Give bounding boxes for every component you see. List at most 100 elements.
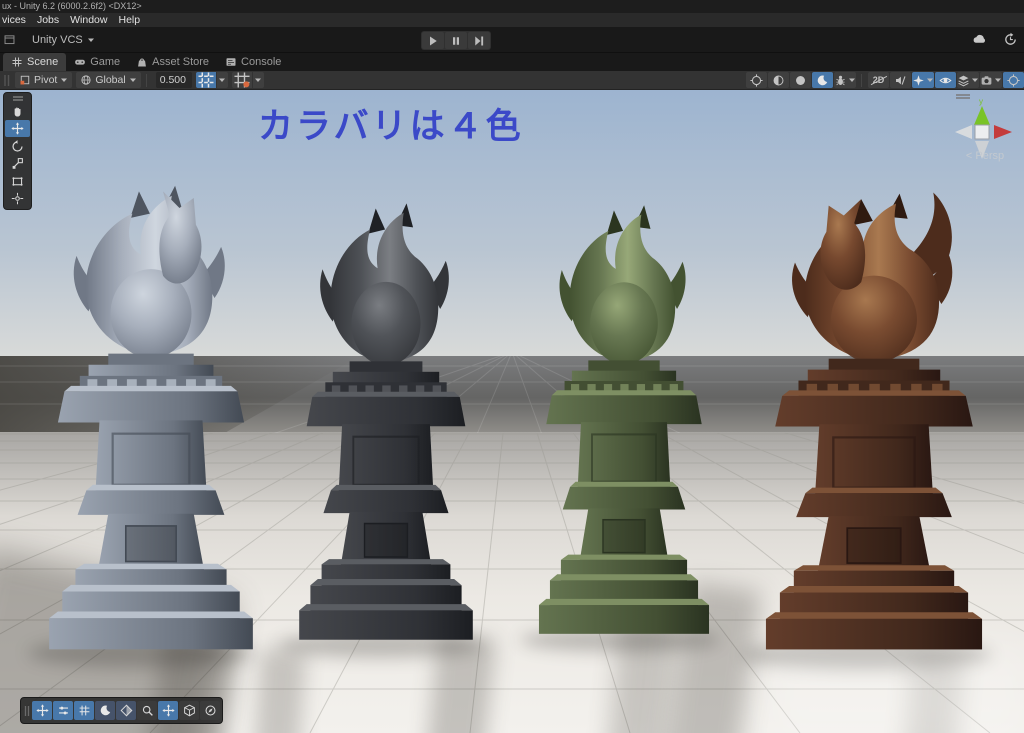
scene-lighting-toggle[interactable] [812, 72, 833, 88]
kitsune-statue-moss-green[interactable] [528, 198, 720, 640]
overlay-drag-handle[interactable] [23, 704, 31, 718]
diamond-icon [120, 704, 133, 717]
gizmo-y-label: y [979, 97, 983, 106]
chevron-down-icon [129, 76, 137, 84]
moon-icon [99, 704, 112, 717]
grid-visibility-dropdown[interactable] [231, 70, 264, 90]
transform-tool[interactable] [5, 190, 30, 207]
play-controls [421, 31, 491, 50]
tab-asset-store[interactable]: Asset Store [128, 53, 217, 71]
bag-icon [136, 56, 148, 68]
unity-editor-window: ux - Unity 6.2 (6000.2.6f2) <DX12> vices… [0, 0, 1024, 733]
tab-label: Asset Store [152, 56, 210, 68]
camera-settings-menu[interactable] [980, 72, 1002, 88]
tools-overlay [3, 92, 32, 210]
search-icon [141, 704, 154, 717]
menu-item-window[interactable]: Window [68, 14, 116, 26]
undo-history-button[interactable] [1003, 32, 1018, 47]
scene-toolbar-right: 2D [745, 72, 1024, 88]
console-icon [225, 56, 237, 68]
pause-icon [450, 35, 462, 47]
scale-icon [11, 157, 24, 170]
draw-mode-shaded[interactable] [790, 72, 811, 88]
grid-snap-overlay-toggle[interactable] [74, 701, 94, 720]
unity-vcs-dropdown[interactable]: Unity VCS [28, 31, 99, 49]
view-options-overlay-toggle[interactable] [95, 701, 115, 720]
cloud-services-button[interactable] [972, 32, 987, 47]
kitsune-statue-grey-stone[interactable] [36, 178, 266, 656]
globe-icon [80, 74, 92, 86]
compass-overlay-toggle[interactable] [200, 701, 220, 720]
separator [145, 73, 147, 87]
debug-draw-menu[interactable] [834, 72, 856, 88]
scene-annotation-text[interactable]: カラバリは４色 [258, 98, 524, 149]
gizmo-z-axis [955, 125, 972, 139]
rotate-tool[interactable] [5, 138, 30, 155]
snap-grid-icon [196, 70, 216, 90]
drag-handle-icon [956, 94, 970, 99]
navigation-overlay-toggle[interactable] [158, 701, 178, 720]
hidden-objects-visibility[interactable] [935, 72, 956, 88]
unity-vcs-label: Unity VCS [32, 34, 83, 46]
tab-scene[interactable]: Scene [3, 53, 67, 71]
grid-size-field[interactable]: 0.500 [155, 72, 192, 88]
menu-item-help[interactable]: Help [116, 14, 149, 26]
chevron-down-icon [926, 76, 934, 84]
menu-item-jobs[interactable]: Jobs [35, 14, 68, 26]
effects-menu[interactable] [912, 72, 934, 88]
window-icon [3, 33, 16, 46]
tools-overlay-toggle[interactable] [32, 701, 52, 720]
menu-item-vices[interactable]: vices [0, 14, 35, 26]
window-titlebar: ux - Unity 6.2 (6000.2.6f2) <DX12> [0, 0, 1024, 13]
projection-label[interactable]: < Persp [946, 150, 1024, 162]
overlay-drag-handle[interactable] [5, 94, 30, 102]
pivot-mode-dropdown[interactable]: Pivot [15, 72, 73, 88]
chevron-down-icon [87, 36, 95, 44]
rect-tool[interactable] [5, 173, 30, 190]
grid-red-icon [232, 70, 252, 90]
layers-menu[interactable] [957, 72, 979, 88]
search-overlay-toggle[interactable] [137, 701, 157, 720]
draw-mode-shaded-wireframe[interactable] [768, 72, 789, 88]
menu-bar: vices Jobs Window Help [0, 13, 1024, 27]
audiooff-icon [894, 74, 907, 87]
toolbar-right-icons [972, 32, 1018, 47]
move-tool[interactable] [5, 120, 30, 137]
view-tab-bar: Scene Game Asset Store Console [0, 53, 1024, 71]
scale-tool[interactable] [5, 155, 30, 172]
tab-game[interactable]: Game [66, 53, 128, 71]
overlay-bottom-bar [20, 697, 223, 724]
kitsune-statue-rust-brown[interactable] [752, 186, 996, 656]
gamepad-icon [74, 56, 86, 68]
draw-mode-wireframe[interactable] [746, 72, 767, 88]
orientation-overlay-toggle[interactable] [116, 701, 136, 720]
chevron-down-icon [848, 76, 856, 84]
compass-icon [204, 704, 217, 717]
step-button[interactable] [468, 32, 490, 49]
drag-handle-icon [12, 95, 24, 102]
toolbar-grip[interactable] [2, 74, 11, 87]
audio-toggle[interactable] [890, 72, 911, 88]
tab-label: Scene [27, 56, 59, 68]
moon-icon [816, 74, 829, 87]
kitsune-statue-charcoal[interactable] [288, 196, 484, 646]
bug-icon [834, 74, 847, 87]
chevron-down-icon [60, 76, 68, 84]
sphere-icon [794, 74, 807, 87]
play-button[interactable] [422, 32, 444, 49]
pivot-icon [19, 74, 31, 86]
layers-icon [957, 74, 970, 87]
tab-console[interactable]: Console [217, 53, 289, 71]
gizmo-y-axis [974, 106, 990, 125]
scene-viewport[interactable]: カラバリは４色 y < Persp [0, 90, 1024, 733]
main-toolbar: Unity VCS [0, 27, 1024, 53]
grid-size-value: 0.500 [159, 74, 186, 86]
2d-toggle[interactable]: 2D [868, 72, 889, 88]
gizmos-toggle[interactable] [1003, 72, 1024, 88]
snap-increment-dropdown[interactable] [195, 70, 228, 90]
pause-button[interactable] [445, 32, 467, 49]
hand-tool[interactable] [5, 103, 30, 120]
handle-orientation-dropdown[interactable]: Global [76, 72, 141, 88]
tool-settings-overlay-toggle[interactable] [53, 701, 73, 720]
asset-overlay-toggle[interactable] [179, 701, 199, 720]
